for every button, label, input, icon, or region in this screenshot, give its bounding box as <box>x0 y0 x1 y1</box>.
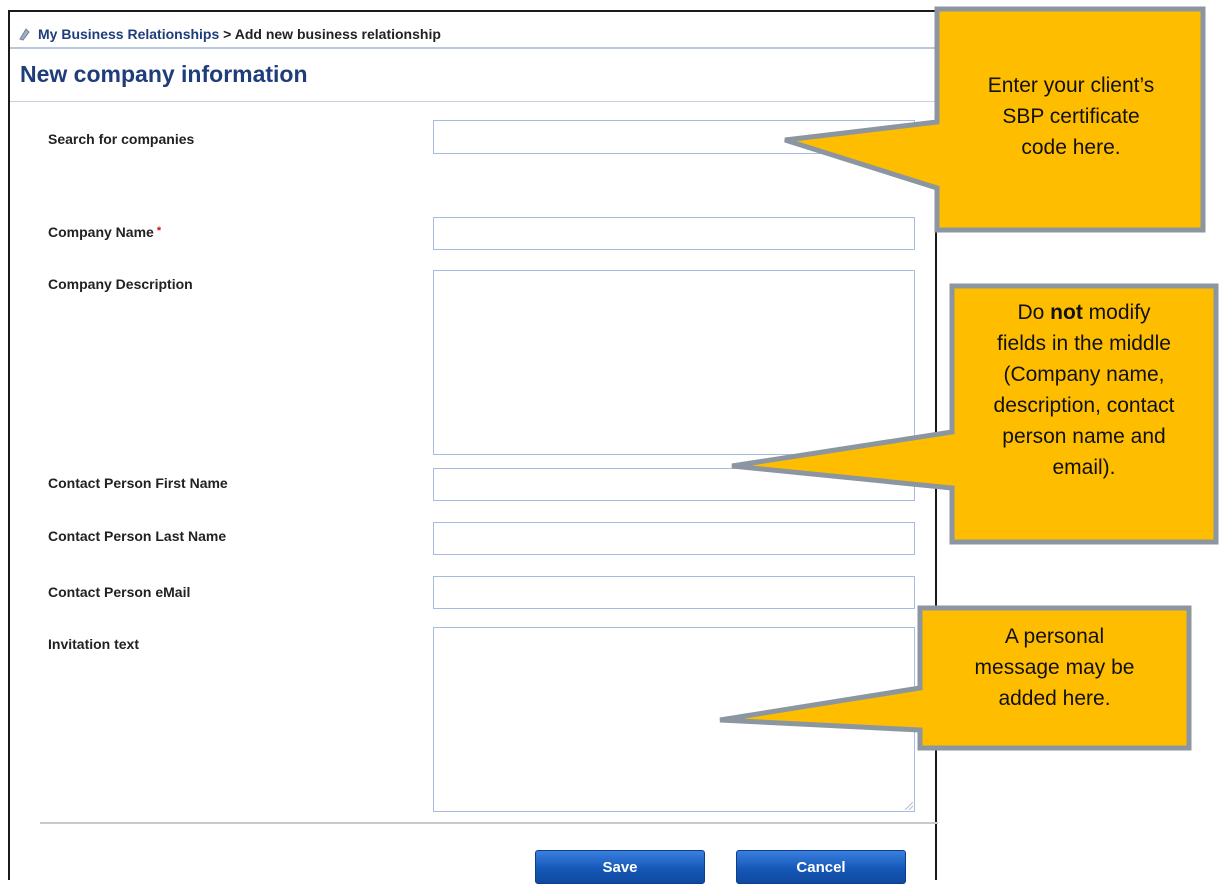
callout-certificate-line2: SBP certificate <box>1002 105 1140 128</box>
callout-middle-line1-bold: not <box>1050 301 1083 324</box>
callout-middle-line1: Do not modify <box>954 297 1214 328</box>
callout-personal-line3: added here. <box>998 687 1111 710</box>
callout-middle-line1-post: modify <box>1088 301 1151 324</box>
callout-personal-message: A personal message may be added here. <box>922 621 1187 714</box>
callout-certificate-line1: Enter your client’s <box>987 74 1155 97</box>
callout-certificate-line3: code here. <box>1021 136 1121 159</box>
callout-middle-line5: person name and <box>1002 425 1166 448</box>
callout-middle-fields: Do not modify fields in the middle (Comp… <box>954 297 1214 483</box>
callout-middle-line4: description, contact <box>993 394 1175 417</box>
callout-middle-line3: (Company name, <box>1003 363 1165 386</box>
callout-certificate: Enter your client’s SBP certificate code… <box>940 70 1202 163</box>
callout-middle-line1-pre: Do <box>1017 301 1045 324</box>
callout-personal-line2: message may be <box>974 656 1135 679</box>
callout-personal-line1: A personal <box>1004 625 1105 648</box>
callout-middle-line6: email). <box>1052 456 1116 479</box>
callout-middle-line2: fields in the middle <box>997 332 1171 355</box>
